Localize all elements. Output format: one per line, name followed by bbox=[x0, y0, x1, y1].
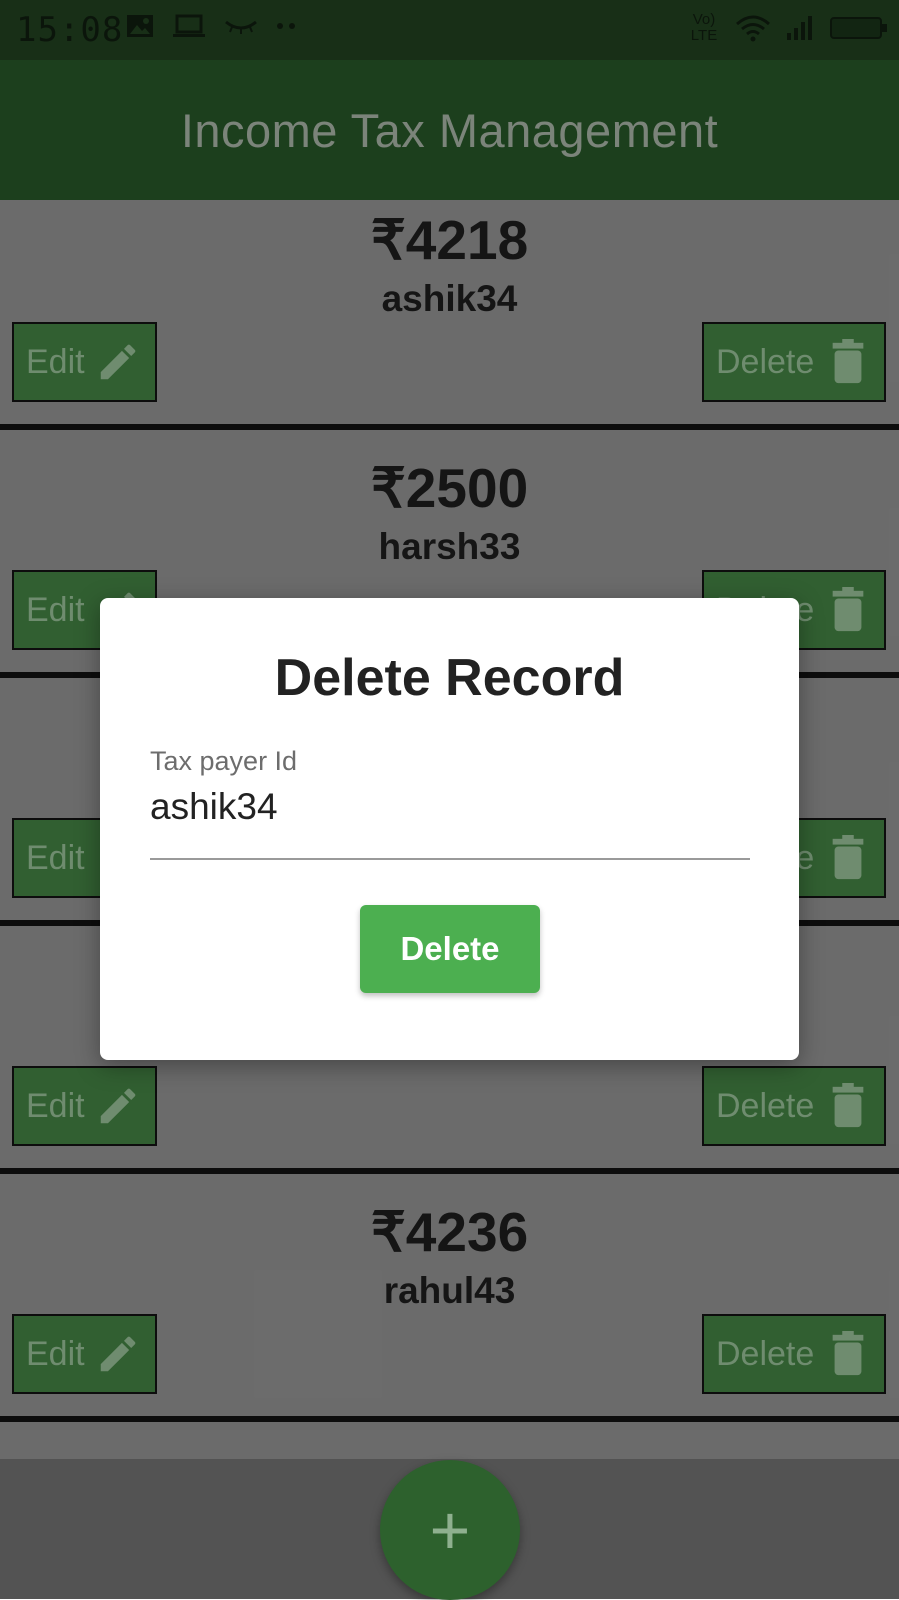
tax-payer-id-label: Tax payer Id bbox=[150, 746, 298, 776]
add-record-fab[interactable]: + bbox=[380, 1460, 520, 1600]
confirm-delete-button[interactable]: Delete bbox=[360, 905, 540, 993]
input-underline bbox=[150, 858, 750, 860]
delete-dialog: Delete Record Tax payer Id Delete bbox=[100, 598, 799, 1060]
dialog-title: Delete Record bbox=[274, 649, 625, 707]
tax-payer-id-input[interactable] bbox=[150, 786, 750, 828]
